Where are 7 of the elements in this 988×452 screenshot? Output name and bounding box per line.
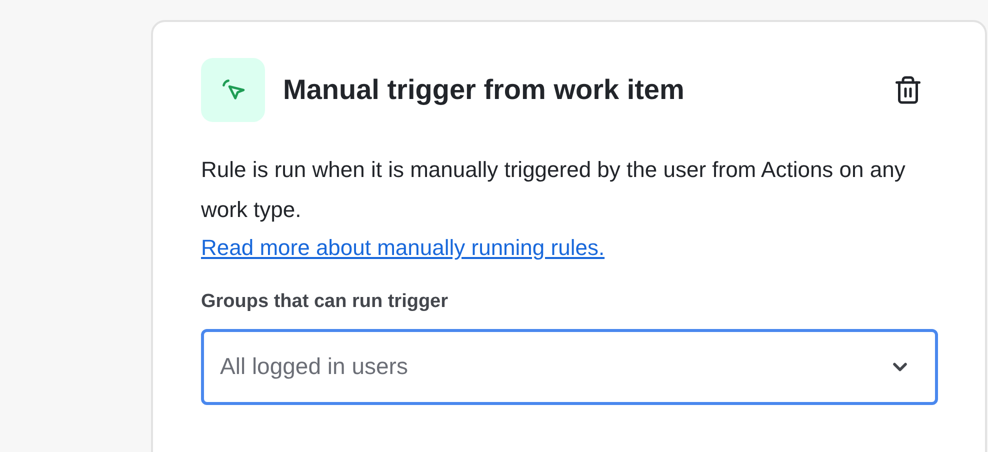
card-title: Manual trigger from work item bbox=[283, 76, 684, 104]
description: Rule is run when it is manually triggered by the user from Actions on any work type. bbox=[201, 156, 906, 224]
groups-input[interactable]: All logged in users bbox=[220, 349, 889, 384]
read-more-link[interactable]: Read more about manually running rules. bbox=[201, 230, 605, 266]
cursor-icon bbox=[201, 58, 265, 122]
groups-select[interactable]: All logged in users bbox=[201, 328, 938, 404]
field-label: Groups that can run trigger bbox=[201, 290, 450, 314]
